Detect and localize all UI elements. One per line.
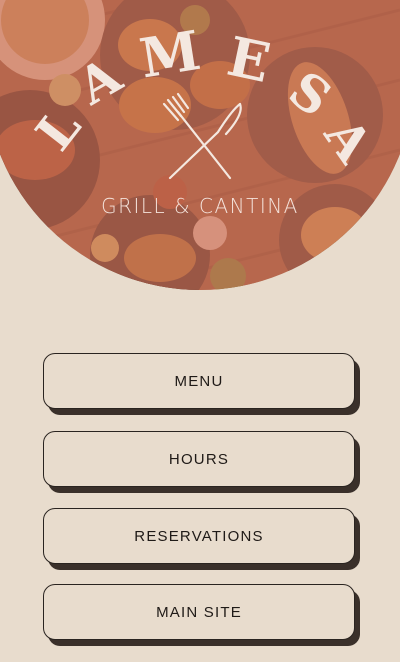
reservations-button[interactable]: RESERVATIONS	[43, 508, 355, 564]
hours-button[interactable]: HOURS	[43, 431, 355, 487]
main-site-button[interactable]: MAIN SITE	[43, 584, 355, 640]
link-list: MENU HOURS RESERVATIONS MAIN SITE	[0, 0, 400, 662]
menu-button[interactable]: MENU	[43, 353, 355, 409]
